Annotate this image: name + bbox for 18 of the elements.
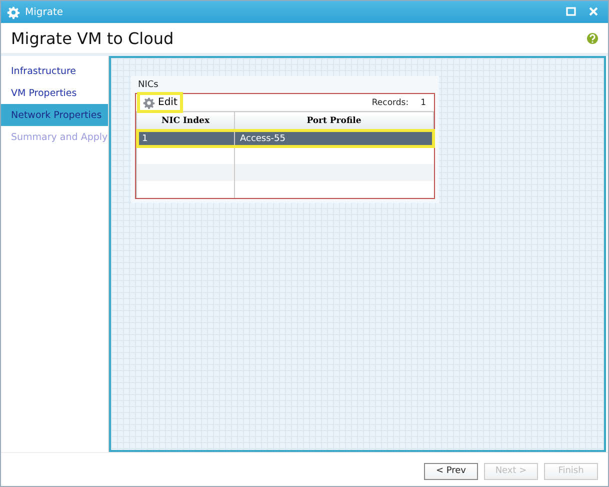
edit-button[interactable]: Edit [139, 94, 182, 111]
help-button[interactable] [587, 32, 598, 44]
records-label: Records: [372, 98, 409, 108]
table-cell: Access-55 [234, 130, 434, 147]
table-cell: 1 [136, 130, 234, 147]
gear-icon [7, 6, 20, 18]
column-header[interactable]: Port Profile [234, 112, 434, 130]
column-header[interactable]: NIC Index [136, 112, 234, 130]
page-title: Migrate VM to Cloud [11, 28, 174, 48]
panel-title: NICs [138, 80, 160, 90]
sidebar-item[interactable]: Infrastructure [1, 60, 108, 82]
sidebar-item[interactable]: VM Properties [1, 82, 108, 104]
sidebar-item[interactable]: Network Properties [1, 104, 108, 126]
table-row[interactable]: 1 Access-55 [136, 130, 434, 147]
gear-icon [143, 96, 155, 108]
records-count: 1 [420, 98, 426, 108]
wizard-button[interactable]: < Prev [424, 462, 478, 480]
window-title: Migrate [25, 6, 64, 18]
